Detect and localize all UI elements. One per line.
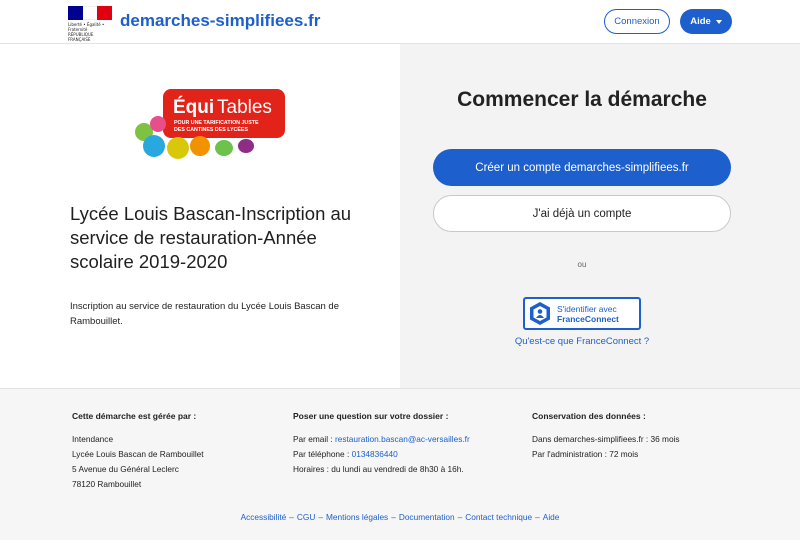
footer-email-line: Par email : restauration.bascan@ac-versa… [293,432,470,447]
franceconnect-label: S'identifier avec FranceConnect [557,304,619,324]
footer-data-retention-title: Conservation des données : [532,411,646,421]
franceconnect-help-link[interactable]: Qu'est-ce que FranceConnect ? [400,336,764,347]
aide-label: Aide [690,16,711,27]
site-name-link[interactable]: demarches-simplifiees.fr [120,11,320,31]
logo-main-text-2: Tables [217,97,272,118]
footer-link-cgu[interactable]: CGU [297,512,315,522]
footer-link-separator: – [535,512,540,522]
footer-managed-by-line: 78120 Rambouillet [72,479,142,489]
create-account-button[interactable]: Créer un compte demarches-simplifiees.fr [433,149,731,186]
start-title: Commencer la démarche [457,88,707,111]
footer-link-separator: – [457,512,463,522]
site-header: Liberté • Égalité • Fraternité RÉPUBLIQU… [0,0,800,44]
footer-email-link[interactable]: restauration.bascan@ac-versailles.fr [335,434,470,444]
logo-sub-text-2: DES CANTINES DES LYCÉES [174,125,248,133]
footer-link-mentions-legales[interactable]: Mentions légales [326,512,388,522]
marianne-logo[interactable]: Liberté • Égalité • Fraternité RÉPUBLIQU… [68,6,113,42]
franceconnect-line1: S'identifier avec [557,303,617,314]
site-footer: Cette démarche est gérée par : Intendanc… [0,388,800,540]
footer-retention-line: Par l'administration : 72 mois [532,449,639,459]
footer-phone-line: Par téléphone : 0134836440 [293,447,470,462]
footer-data-retention: Conservation des données : Dans demarche… [532,409,680,462]
footer-link-contact-technique[interactable]: Contact technique [465,512,532,522]
franceconnect-line2: FranceConnect [557,313,619,324]
footer-link-documentation[interactable]: Documentation [399,512,455,522]
chevron-down-icon [715,19,722,24]
procedure-title: Lycée Louis Bascan-Inscription au servic… [70,203,352,272]
footer-phone-link[interactable]: 0134836440 [352,449,398,459]
footer-hours: Horaires : du lundi au vendredi de 8h30 … [293,464,464,474]
footer-managed-by-title: Cette démarche est gérée par : [72,411,197,421]
republique-francaise-text: Liberté • Égalité • Fraternité RÉPUBLIQU… [68,22,105,42]
french-flag-icon [68,6,113,20]
procedure-description: Inscription au service de restauration d… [70,301,339,327]
footer-contact: Poser une question sur votre dossier : P… [293,409,470,477]
or-separator: ou [577,260,587,269]
footer-link-aide[interactable]: Aide [543,512,560,522]
footer-link-separator: – [318,512,323,522]
footer-managed-by-line: Intendance [72,434,114,444]
franceconnect-icon [530,302,550,325]
procedure-panel: Équi Tables POUR UNE TARIFICATION JUSTE … [0,44,400,388]
footer-link-separator: – [391,512,396,522]
connexion-button[interactable]: Connexion [604,9,670,34]
start-panel: Commencer la démarche Créer un compte de… [400,44,800,388]
franceconnect-button[interactable]: S'identifier avec FranceConnect [523,297,641,330]
footer-managed-by-line: 5 Avenue du Général Leclerc [72,464,179,474]
footer-phone-prefix: Par téléphone : [293,449,352,459]
footer-managed-by-line: Lycée Louis Bascan de Rambouillet [72,449,204,459]
footer-email-prefix: Par email : [293,434,335,444]
existing-account-button[interactable]: J'ai déjà un compte [433,195,731,232]
footer-link-separator: – [289,512,294,522]
equitables-logo: Équi Tables POUR UNE TARIFICATION JUSTE … [135,89,285,159]
footer-link-accessibilite[interactable]: Accessibilité [241,512,287,522]
footer-managed-by: Cette démarche est gérée par : Intendanc… [72,409,204,492]
logo-sub-text-1: POUR UNE TARIFICATION JUSTE [174,120,259,126]
aide-button[interactable]: Aide [680,9,732,34]
footer-links: Accessibilité – CGU – Mentions légales – Docum… [0,512,800,522]
footer-contact-title: Poser une question sur votre dossier : [293,411,449,421]
logo-main-text-1: Équi [173,96,214,118]
footer-retention-line: Dans demarches-simplifiees.fr : 36 mois [532,434,680,444]
